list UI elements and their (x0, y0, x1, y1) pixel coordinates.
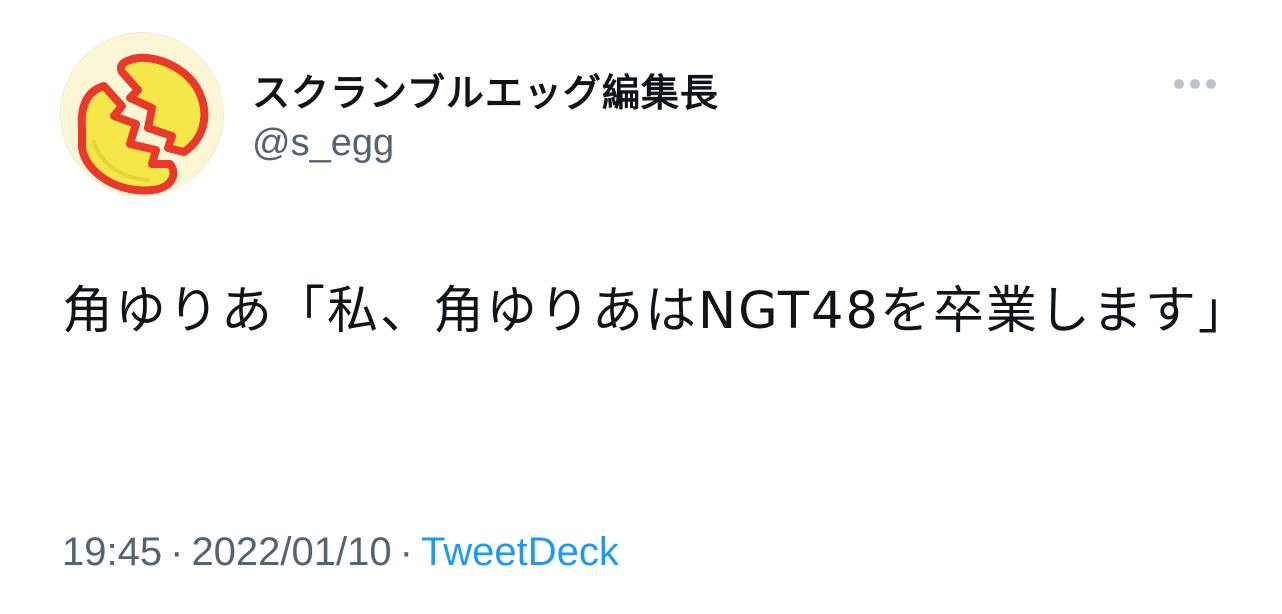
more-options-icon[interactable] (1170, 72, 1220, 96)
tweet-time[interactable]: 19:45 (62, 530, 162, 574)
avatar[interactable] (60, 32, 224, 196)
tweet-source-link[interactable]: TweetDeck (421, 530, 619, 574)
meta-separator: · (170, 530, 184, 574)
tweet-date[interactable]: 2022/01/10 (191, 530, 391, 574)
author-handle[interactable]: @s_egg (252, 122, 394, 165)
cracked-egg-icon (77, 53, 209, 195)
meta-separator: · (399, 530, 413, 574)
tweet-text: 角ゆりあ「私、角ゆりあはNGT48を卒業します」 (62, 282, 1251, 341)
author-display-name[interactable]: スクランブルエッグ編集長 (252, 62, 719, 117)
tweet-card: スクランブルエッグ編集長 @s_egg 角ゆりあ「私、角ゆりあはNGT48を卒業… (0, 0, 1282, 614)
tweet-meta: 19:45 · 2022/01/10 · TweetDeck (62, 530, 619, 575)
